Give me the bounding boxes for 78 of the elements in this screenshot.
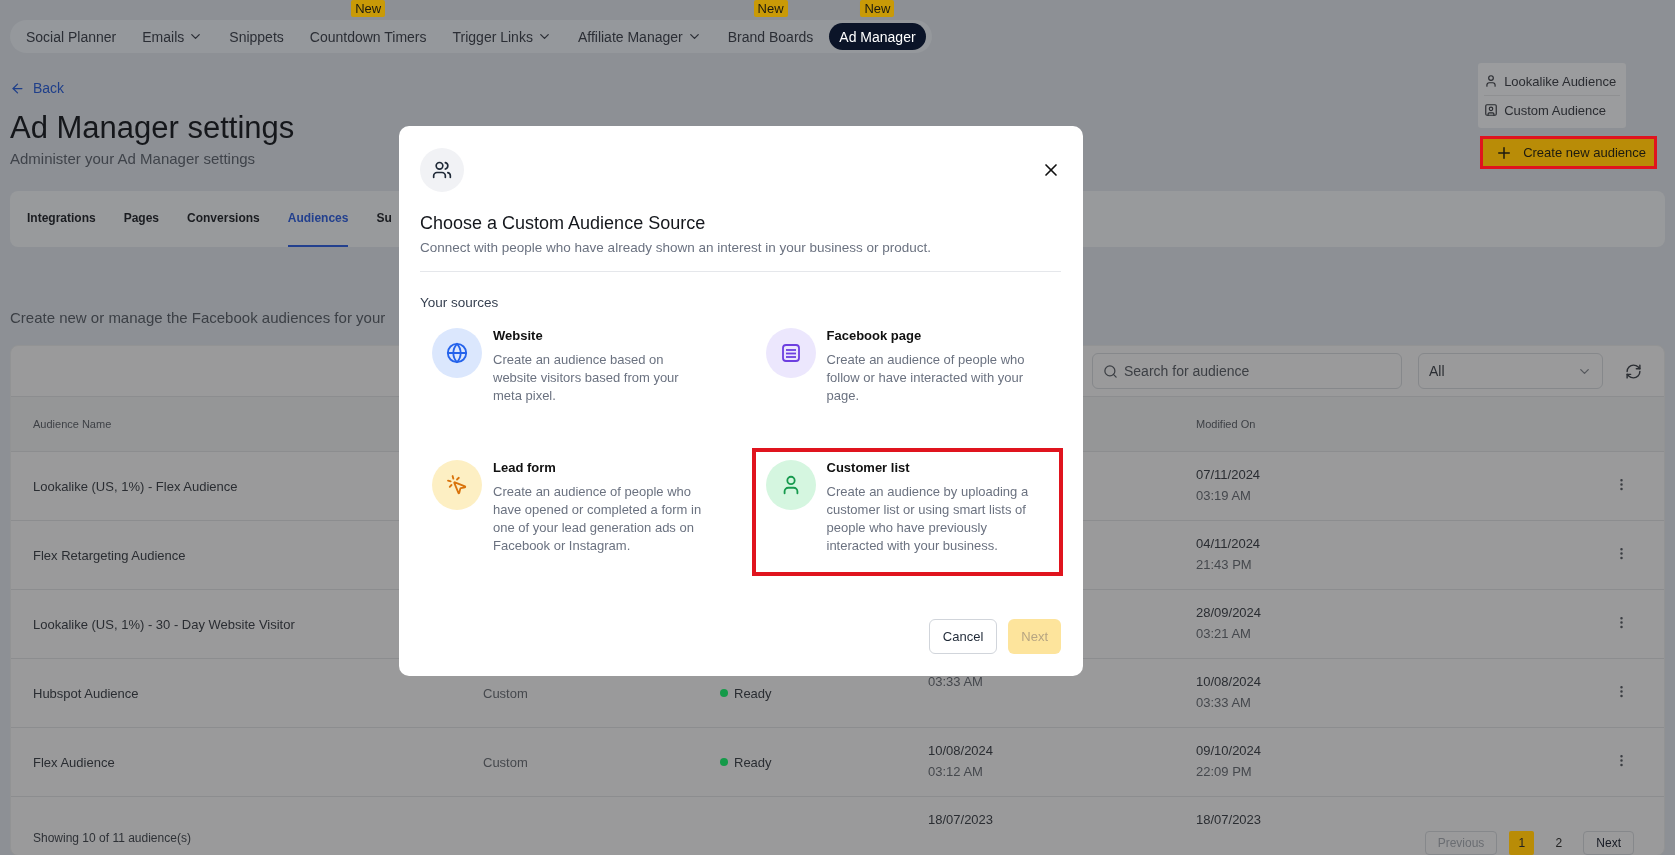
globe-icon: [446, 342, 468, 364]
source-option[interactable]: Lead form Create an audience of people who have opened or completed a form in one of your lead generation ads on Facebook or Instagram.: [420, 450, 728, 574]
audience-type: Custom: [483, 754, 528, 770]
person-icon: [1484, 74, 1499, 88]
audience-name: Flex Audience: [33, 754, 115, 770]
source-option[interactable]: Website Create an audience based on website visitors based from your meta pixel.: [420, 318, 728, 442]
page-number[interactable]: 2: [1546, 831, 1572, 855]
next-page-button[interactable]: Next: [1583, 831, 1634, 855]
tab[interactable]: Pages: [123, 191, 160, 247]
modified-time: 22:09 PM: [1196, 764, 1253, 779]
section-description: Create new or manage the Facebook audiences for your: [10, 309, 386, 326]
section-label: Your sources: [420, 295, 500, 310]
modified-date: 07/11/2024: [1196, 467, 1262, 482]
dialog-title: Choose a Custom Audience Source: [420, 213, 707, 234]
tab[interactable]: Conversions: [187, 191, 260, 247]
results-count: Showing 10 of 11 audience(s): [33, 831, 191, 845]
nav-item[interactable]: Social Planner: [16, 23, 127, 50]
modified-time: 21:43 PM: [1196, 557, 1253, 572]
create-audience-button[interactable]: Create new audience: [1480, 136, 1657, 169]
status-text: Ready: [734, 754, 772, 770]
nav-item[interactable]: Snippets: [219, 23, 294, 50]
audience-name: Lookalike (US, 1%) - Flex Audience: [33, 478, 238, 494]
tab[interactable]: Integrations: [27, 191, 96, 247]
column-header: Modified On: [1196, 418, 1257, 430]
created-time: 03:12 AM: [928, 764, 984, 779]
page-subtitle: Administer your Ad Manager settings: [10, 150, 257, 167]
search-icon: [1103, 363, 1118, 379]
modified-date: 28/09/2024: [1196, 605, 1263, 620]
refresh-icon[interactable]: [1625, 362, 1642, 380]
source-title: Customer list: [826, 460, 911, 475]
list-icon: [779, 342, 802, 364]
status-dot: [720, 758, 728, 766]
audience-name: Hubspot Audience: [33, 685, 139, 701]
source-option[interactable]: Customer list Create an audience by uploading a customer list or using smart lists of people who have previously interacted with your business.: [753, 450, 1061, 574]
column-header: Audience Name: [33, 418, 113, 430]
audience-name: Flex Retargeting Audience: [33, 547, 186, 563]
source-description: Create an audience by uploading a customer list or using smart lists of people who have previously interacted with your business.: [826, 483, 1030, 555]
page-title: Ad Manager settings: [10, 110, 295, 146]
new-badge: New: [351, 0, 386, 17]
status-dot: [720, 689, 728, 697]
modified-time: 03:19 AM: [1196, 488, 1252, 503]
created-time: 03:33 AM: [928, 674, 984, 689]
audience-name: Lookalike (US, 1%) - 30 - Day Website Visitor: [33, 616, 295, 632]
modified-date: 18/07/2023: [1196, 812, 1263, 827]
modified-date: 04/11/2024: [1196, 536, 1262, 551]
tab[interactable]: Su: [376, 191, 392, 247]
source-description: Create an audience of people who follow or have interacted with your page.: [826, 351, 1026, 405]
created-date: 10/08/2024: [928, 743, 995, 758]
modified-date: 09/10/2024: [1196, 743, 1263, 758]
audience-type: Custom: [483, 685, 528, 701]
menu-item[interactable]: Custom Audience: [1484, 95, 1621, 124]
source-title: Facebook page: [826, 328, 923, 343]
status-text: Ready: [734, 685, 772, 701]
source-description: Create an audience of people who have opened or completed a form in one of your lead generation ads on Facebook or Instagram.: [493, 483, 703, 555]
nav-item[interactable]: Emails: [132, 23, 214, 50]
source-option[interactable]: Facebook page Create an audience of people who follow or have interacted with your page.: [753, 318, 1061, 442]
page-number[interactable]: 1: [1509, 831, 1535, 855]
dialog-subtitle: Connect with people who have already shown an interest in your business or product.: [420, 240, 933, 255]
people-icon: [432, 160, 452, 180]
new-badge: New: [860, 0, 895, 17]
source-title: Lead form: [493, 460, 557, 475]
pointer-click-icon: [446, 474, 468, 496]
created-date: 18/07/2023: [928, 812, 995, 827]
nav-item[interactable]: Trigger Links: [442, 23, 562, 50]
new-badge: New: [753, 0, 788, 17]
cancel-button[interactable]: Cancel: [928, 619, 998, 654]
search-field[interactable]: Search for audience: [1092, 353, 1402, 389]
tab[interactable]: Audiences: [287, 191, 349, 247]
modified-time: 03:21 AM: [1196, 626, 1252, 641]
nav-item[interactable]: Affiliate Manager: [567, 23, 712, 50]
modified-date: 10/08/2024: [1196, 674, 1263, 689]
modified-time: 03:33 AM: [1196, 695, 1252, 710]
source-description: Create an audience based on website visitors based from your meta pixel.: [493, 351, 680, 405]
back-link[interactable]: Back: [10, 80, 295, 96]
person-card-icon: [1484, 103, 1499, 117]
menu-item[interactable]: Lookalike Audience: [1484, 67, 1621, 95]
source-title: Website: [493, 328, 544, 343]
filter-select[interactable]: All: [1418, 353, 1603, 389]
